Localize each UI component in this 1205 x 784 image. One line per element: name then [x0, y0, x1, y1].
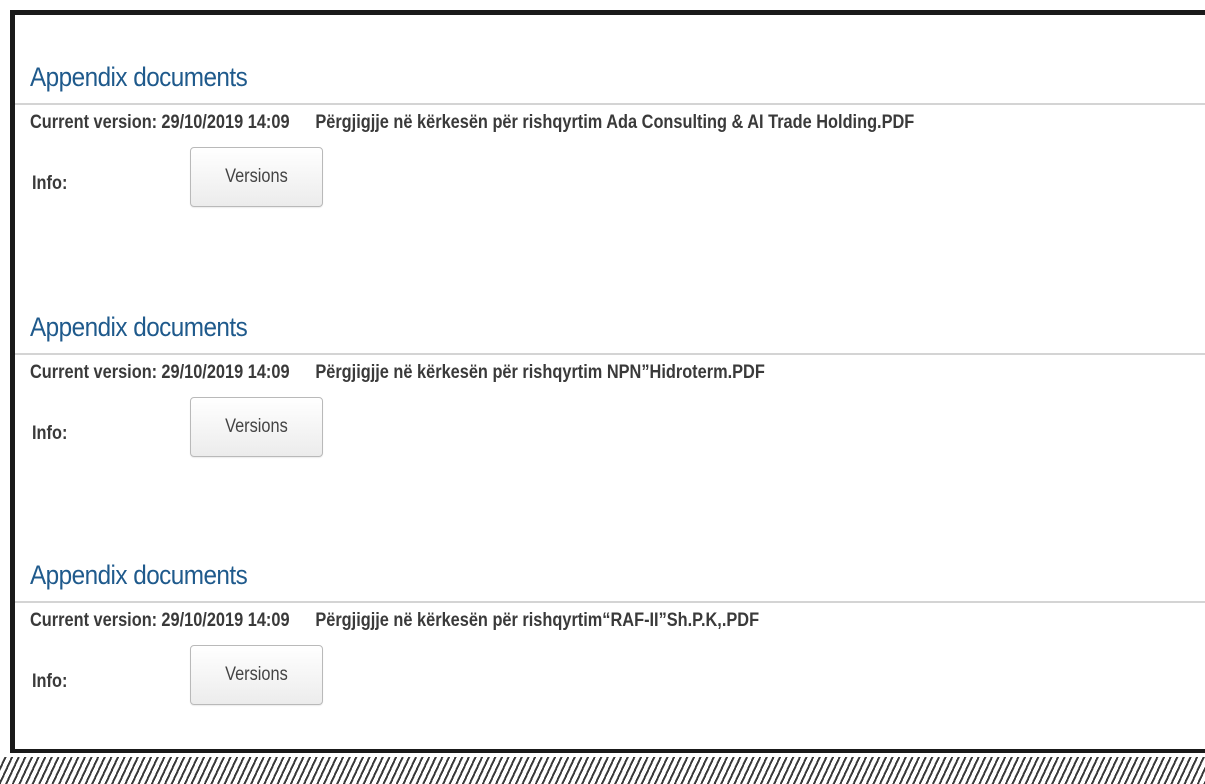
hatched-border-decoration: [0, 757, 1205, 784]
current-version-label: Current version:: [30, 362, 158, 383]
section-title: Appendix documents: [30, 62, 248, 92]
versions-button-label: Versions: [225, 166, 288, 187]
current-version-label: Current version:: [30, 610, 158, 631]
current-version-line: Current version: 29/10/2019 14:09 Përgjigj…: [30, 112, 914, 134]
versions-button[interactable]: Versions: [190, 397, 323, 457]
current-version-label: Current version:: [30, 112, 158, 133]
document-file-name[interactable]: Përgjigjje në kërkesën për rishqyrtim Ad…: [315, 112, 914, 133]
current-version-date: 29/10/2019 14:09: [161, 610, 290, 631]
section-divider: [15, 103, 1205, 105]
current-version-line: Current version: 29/10/2019 14:09 Përgjigj…: [30, 362, 765, 384]
info-label: Info:: [32, 423, 68, 444]
section-divider: [15, 353, 1205, 355]
versions-button-label: Versions: [225, 664, 288, 685]
info-label: Info:: [32, 173, 68, 194]
section-title: Appendix documents: [30, 560, 248, 590]
document-file-name[interactable]: Përgjigjje në kërkesën për rishqyrtim“RA…: [315, 610, 759, 631]
section-title: Appendix documents: [30, 312, 248, 342]
info-label: Info:: [32, 671, 68, 692]
document-file-name[interactable]: Përgjigjje në kërkesën për rishqyrtim NP…: [315, 362, 764, 383]
versions-button-label: Versions: [225, 416, 288, 437]
versions-button[interactable]: Versions: [190, 147, 323, 207]
current-version-date: 29/10/2019 14:09: [161, 362, 290, 383]
current-version-line: Current version: 29/10/2019 14:09 Përgjigj…: [30, 610, 759, 632]
current-version-date: 29/10/2019 14:09: [161, 112, 290, 133]
versions-button[interactable]: Versions: [190, 645, 323, 705]
section-divider: [15, 601, 1205, 603]
document-panel: Appendix documents Current version: 29/10…: [10, 10, 1205, 753]
